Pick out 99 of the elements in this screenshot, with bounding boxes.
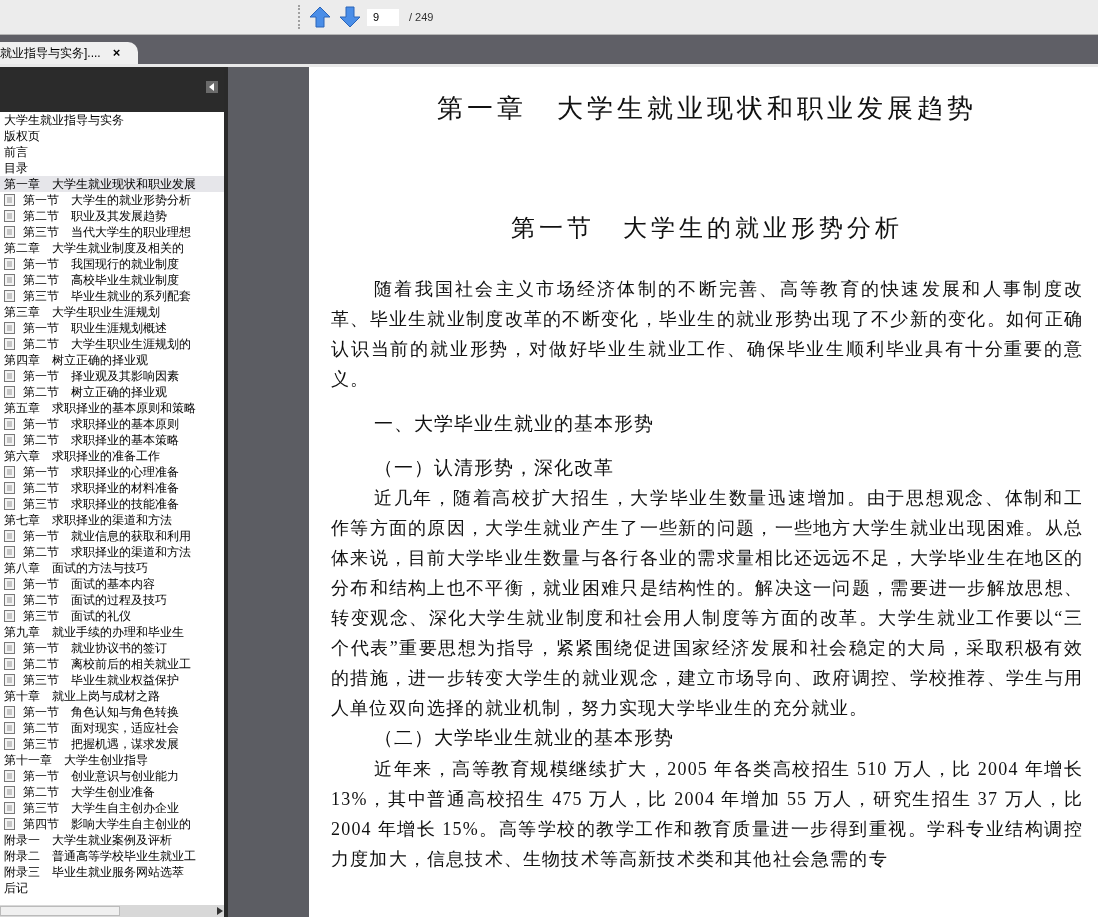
bookmark-item[interactable]: 附录三 毕业生就业服务网站选萃 (0, 864, 224, 880)
bookmark-item[interactable]: 版权页 (0, 128, 224, 144)
bookmark-item[interactable]: 后记 (0, 880, 224, 896)
page-icon (4, 738, 15, 750)
bookmark-item[interactable]: 第一节 求职择业的基本原则 (0, 416, 224, 432)
page-icon (4, 786, 15, 798)
page-icon (4, 498, 15, 510)
bookmark-item[interactable]: 第二节 职业及其发展趋势 (0, 208, 224, 224)
bookmark-item[interactable]: 第二节 求职择业的材料准备 (0, 480, 224, 496)
bookmark-item[interactable]: 第三节 毕业生就业权益保护 (0, 672, 224, 688)
close-icon[interactable]: × (112, 43, 121, 63)
page-icon (4, 674, 15, 686)
collapse-icon[interactable] (206, 81, 218, 93)
bookmark-item[interactable]: 第一节 择业观及其影响因素 (0, 368, 224, 384)
bookmark-item[interactable]: 第四章 树立正确的择业观 (0, 352, 224, 368)
bookmark-item[interactable]: 第二节 大学生职业生涯规划的 (0, 336, 224, 352)
toolbar-grip[interactable] (298, 5, 301, 29)
up-arrow-icon[interactable] (309, 6, 331, 28)
bookmark-item[interactable]: 第三节 求职择业的技能准备 (0, 496, 224, 512)
page-icon (4, 226, 15, 238)
bookmark-item[interactable]: 第四节 影响大学生自主创业的 (0, 816, 224, 832)
scrollbar-thumb[interactable] (0, 906, 120, 916)
bookmark-item[interactable]: 第三节 当代大学生的职业理想 (0, 224, 224, 240)
page-icon (4, 818, 15, 830)
bookmark-item[interactable]: 第九章 就业手续的办理和毕业生 (0, 624, 224, 640)
page-icon (4, 322, 15, 334)
page-icon (4, 706, 15, 718)
bookmark-item[interactable]: 第一节 面试的基本内容 (0, 576, 224, 592)
page-icon (4, 530, 15, 542)
section-title: 第一节 大学生的就业形势分析 (510, 214, 904, 243)
bookmark-item[interactable]: 第八章 面试的方法与技巧 (0, 560, 224, 576)
bookmark-item[interactable]: 第一节 角色认知与角色转换 (0, 704, 224, 720)
page-icon (4, 482, 15, 494)
bookmark-item[interactable]: 大学生就业指导与实务 (0, 112, 224, 128)
page-icon (4, 274, 15, 286)
bookmark-item[interactable]: 第一节 求职择业的心理准备 (0, 464, 224, 480)
paragraph: 近几年，随着高校扩大招生，大学毕业生数量迅速增加。由于思想观念、体制和工作等方面的原因，大学生就业产生了一些新的问题，一些地方大学生就业出现困难。从总体来说，目前大学毕业生数量与各行各业的需求量相比还远远不足，大学毕业生在地区的分布和结构上也不平衡，就业困难只是结构性的。解决这一问题，需要进一步解放思想、转变观念、深化大学生就业制度和社会用人制度等方面的改革。大学生就业工作要以“三个代表”重要思想为指导，紧紧围绕促进国家经济发展和社会稳定的大局，采取积极有效的措施，进一步转变大学生的就业观念，建立市场导向、政府调控、学校推荐、学生与用人单位双向选择的就业机制，努力实现大学毕业生的充分就业。 (331, 487, 1083, 720)
bookmark-item[interactable]: 第二节 面试的过程及技巧 (0, 592, 224, 608)
bookmark-item[interactable]: 第三节 大学生自主创办企业 (0, 800, 224, 816)
bookmark-item[interactable]: 第二节 求职择业的基本策略 (0, 432, 224, 448)
bookmark-item[interactable]: 第三节 面试的礼仪 (0, 608, 224, 624)
page-icon (4, 194, 15, 206)
bookmark-item[interactable]: 附录二 普通高等学校毕业生就业工 (0, 848, 224, 864)
tab-label: 就业指导与实务].... (0, 45, 101, 62)
page-icon (4, 418, 15, 430)
page-icon (4, 594, 15, 606)
bookmark-item[interactable]: 第五章 求职择业的基本原则和策略 (0, 400, 224, 416)
subheading: （一）认清形势，深化改革 (373, 456, 615, 480)
page-icon (4, 386, 15, 398)
horizontal-scrollbar[interactable] (0, 905, 224, 917)
bookmark-item[interactable]: 第三章 大学生职业生涯规划 (0, 304, 224, 320)
page-icon (4, 770, 15, 782)
document-tab[interactable]: 就业指导与实务].... × (0, 42, 138, 64)
bookmark-item[interactable]: 第一节 我国现行的就业制度 (0, 256, 224, 272)
bookmark-item[interactable]: 第三节 把握机遇，谋求发展 (0, 736, 224, 752)
subheading: （二）大学毕业生就业的基本形势 (373, 727, 675, 750)
bookmark-item[interactable]: 第一节 职业生涯规划概述 (0, 320, 224, 336)
page-icon (4, 546, 15, 558)
bookmark-item[interactable]: 第二节 树立正确的择业观 (0, 384, 224, 400)
page-icon (4, 802, 15, 814)
page-icon (4, 210, 15, 222)
page-icon (4, 434, 15, 446)
page-number-field[interactable]: 9 (367, 8, 399, 26)
page-icon (4, 642, 15, 654)
page-icon (4, 338, 15, 350)
bookmark-item[interactable]: 第三节 毕业生就业的系列配套 (0, 288, 224, 304)
page-icon (4, 466, 15, 478)
page-icon (4, 290, 15, 302)
page-icon (4, 370, 15, 382)
bookmark-item[interactable]: 第二节 大学生创业准备 (0, 784, 224, 800)
bookmark-item[interactable]: 第二章 大学生就业制度及相关的 (0, 240, 224, 256)
bookmark-item[interactable]: 第一节 创业意识与创业能力 (0, 768, 224, 784)
bookmark-item[interactable]: 第十一章 大学生创业指导 (0, 752, 224, 768)
bookmark-item[interactable]: 第二节 求职择业的渠道和方法 (0, 544, 224, 560)
page-icon (4, 610, 15, 622)
bookmark-item[interactable]: 目录 (0, 160, 224, 176)
bookmark-item[interactable]: 第二节 高校毕业生就业制度 (0, 272, 224, 288)
heading: 一、大学毕业生就业的基本形势 (373, 413, 655, 436)
paragraph: 随着我国社会主义市场经济体制的不断完善、高等教育的快速发展和人事制度改革、毕业生就业制度改革的不断变化，毕业生的就业形势出现了不少新的变化。如何正确认识当前的就业形势，对做好毕业生就业工作、确保毕业生顺利毕业具有十分重要的意义。 (331, 278, 1083, 391)
chapter-title: 第一章 大学生就业现状和职业发展趋势 (436, 93, 978, 125)
bookmark-item[interactable]: 前言 (0, 144, 224, 160)
paragraph: 近年来，高等教育规模继续扩大，2005 年各类高校招生 510 万人，比 2004 年增长 13%，其中普通高校招生 475 万人，比 2004 年增加 55 万人，研究生招生 37 万人，比 2004 年增长 15%。高等学校的教学工作和教育质量进一步得到重视。学科专业结构调控力度加大，信息技术、生物技术等高新技术类和其他社会急需的专 (331, 757, 1083, 871)
down-arrow-icon[interactable] (339, 6, 361, 28)
page-icon (4, 722, 15, 734)
bookmark-item[interactable]: 第一章 大学生就业现状和职业发展 (0, 176, 224, 192)
bookmark-item[interactable]: 第十章 就业上岗与成材之路 (0, 688, 224, 704)
page-icon (4, 258, 15, 270)
bookmark-item[interactable]: 第七章 求职择业的渠道和方法 (0, 512, 224, 528)
scroll-right-icon[interactable] (216, 906, 224, 916)
bookmark-item[interactable]: 第二节 离校前后的相关就业工 (0, 656, 224, 672)
bookmark-item[interactable]: 第六章 求职择业的准备工作 (0, 448, 224, 464)
page-icon (4, 658, 15, 670)
bookmark-item[interactable]: 第一节 就业信息的获取和利用 (0, 528, 224, 544)
page-total: / 249 (409, 9, 434, 25)
bookmark-item[interactable]: 第一节 就业协议书的签订 (0, 640, 224, 656)
bookmark-item[interactable]: 第二节 面对现实，适应社会 (0, 720, 224, 736)
bookmark-item[interactable]: 第一节 大学生的就业形势分析 (0, 192, 224, 208)
bookmark-item[interactable]: 附录一 大学生就业案例及评析 (0, 832, 224, 848)
page-icon (4, 578, 15, 590)
